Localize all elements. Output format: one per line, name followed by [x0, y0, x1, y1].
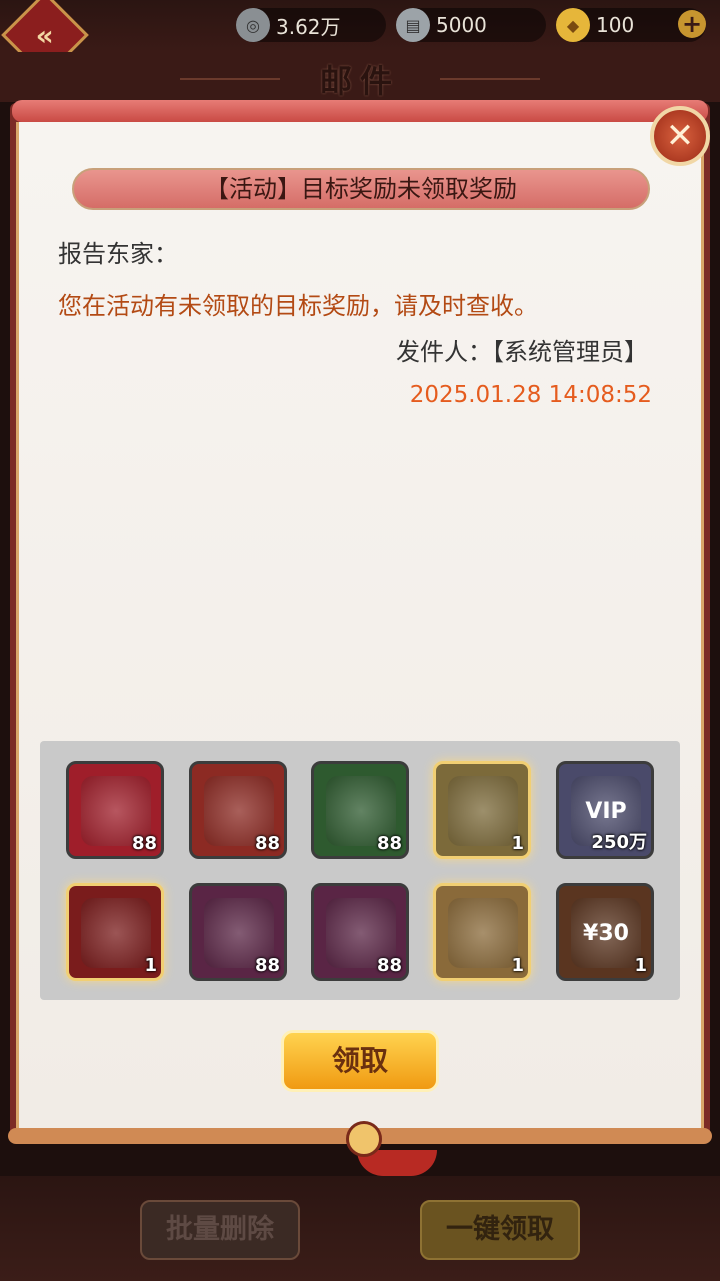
- reward-item[interactable]: 1: [433, 761, 531, 859]
- robe-icon: [81, 898, 151, 968]
- currency-coins-value: 3.62万: [276, 14, 341, 39]
- claim-button[interactable]: 领取: [281, 1030, 439, 1092]
- reward-count: 1: [144, 955, 157, 976]
- robe-icon: [448, 776, 518, 846]
- reward-item[interactable]: 88: [189, 761, 287, 859]
- bottom-bar: [0, 1176, 720, 1281]
- reward-count: 1: [511, 955, 524, 976]
- reward-item[interactable]: 88: [189, 883, 287, 981]
- currency-gold-value: 100: [596, 13, 635, 37]
- currency-coins: ◎ 3.62万: [236, 8, 386, 42]
- mail-greeting: 报告东家：: [58, 240, 178, 268]
- reward-item[interactable]: 1: [433, 883, 531, 981]
- reward-count: 88: [376, 833, 402, 854]
- voucher-icon: ¥30: [571, 898, 641, 968]
- scroll-icon: ▤: [396, 8, 430, 42]
- currency-scrolls: ▤ 5000: [396, 8, 546, 42]
- page-title: 邮件: [319, 62, 400, 100]
- add-gold-button[interactable]: +: [678, 10, 706, 38]
- robe-icon: [448, 898, 518, 968]
- currency-scrolls-value: 5000: [436, 13, 487, 37]
- back-arrow-icon: «: [35, 18, 55, 52]
- mail-sender: 发件人：【系统管理员】: [396, 338, 648, 366]
- mail-date: 2025.01.28 14:08:52: [409, 382, 652, 408]
- reward-item[interactable]: 88: [66, 761, 164, 859]
- reward-count: 1: [511, 833, 524, 854]
- reward-count: 88: [376, 955, 402, 976]
- mail-subject: 【活动】目标奖励未领取奖励: [72, 168, 650, 210]
- reward-count: 88: [254, 833, 280, 854]
- reward-item[interactable]: 88: [311, 761, 409, 859]
- reward-item[interactable]: ¥30 1: [556, 883, 654, 981]
- batch-delete-button[interactable]: 批量删除: [140, 1200, 300, 1260]
- reward-count: 250万: [591, 832, 647, 853]
- scroll-knot: [346, 1121, 382, 1157]
- reward-count: 88: [254, 955, 280, 976]
- mail-body: 您在活动有未领取的目标奖励，请及时查收。: [58, 292, 538, 320]
- reward-count: 1: [634, 955, 647, 976]
- scroll-top-rod: [12, 100, 708, 122]
- reward-item[interactable]: 1: [66, 883, 164, 981]
- reward-count: 88: [131, 833, 157, 854]
- coin-icon: ◎: [236, 8, 270, 42]
- reward-item[interactable]: 88: [311, 883, 409, 981]
- reward-item[interactable]: VIP 250万: [556, 761, 654, 859]
- close-button[interactable]: ✕: [650, 106, 710, 166]
- gold-ingot-icon: ◆: [556, 8, 590, 42]
- claim-all-button[interactable]: 一键领取: [420, 1200, 580, 1260]
